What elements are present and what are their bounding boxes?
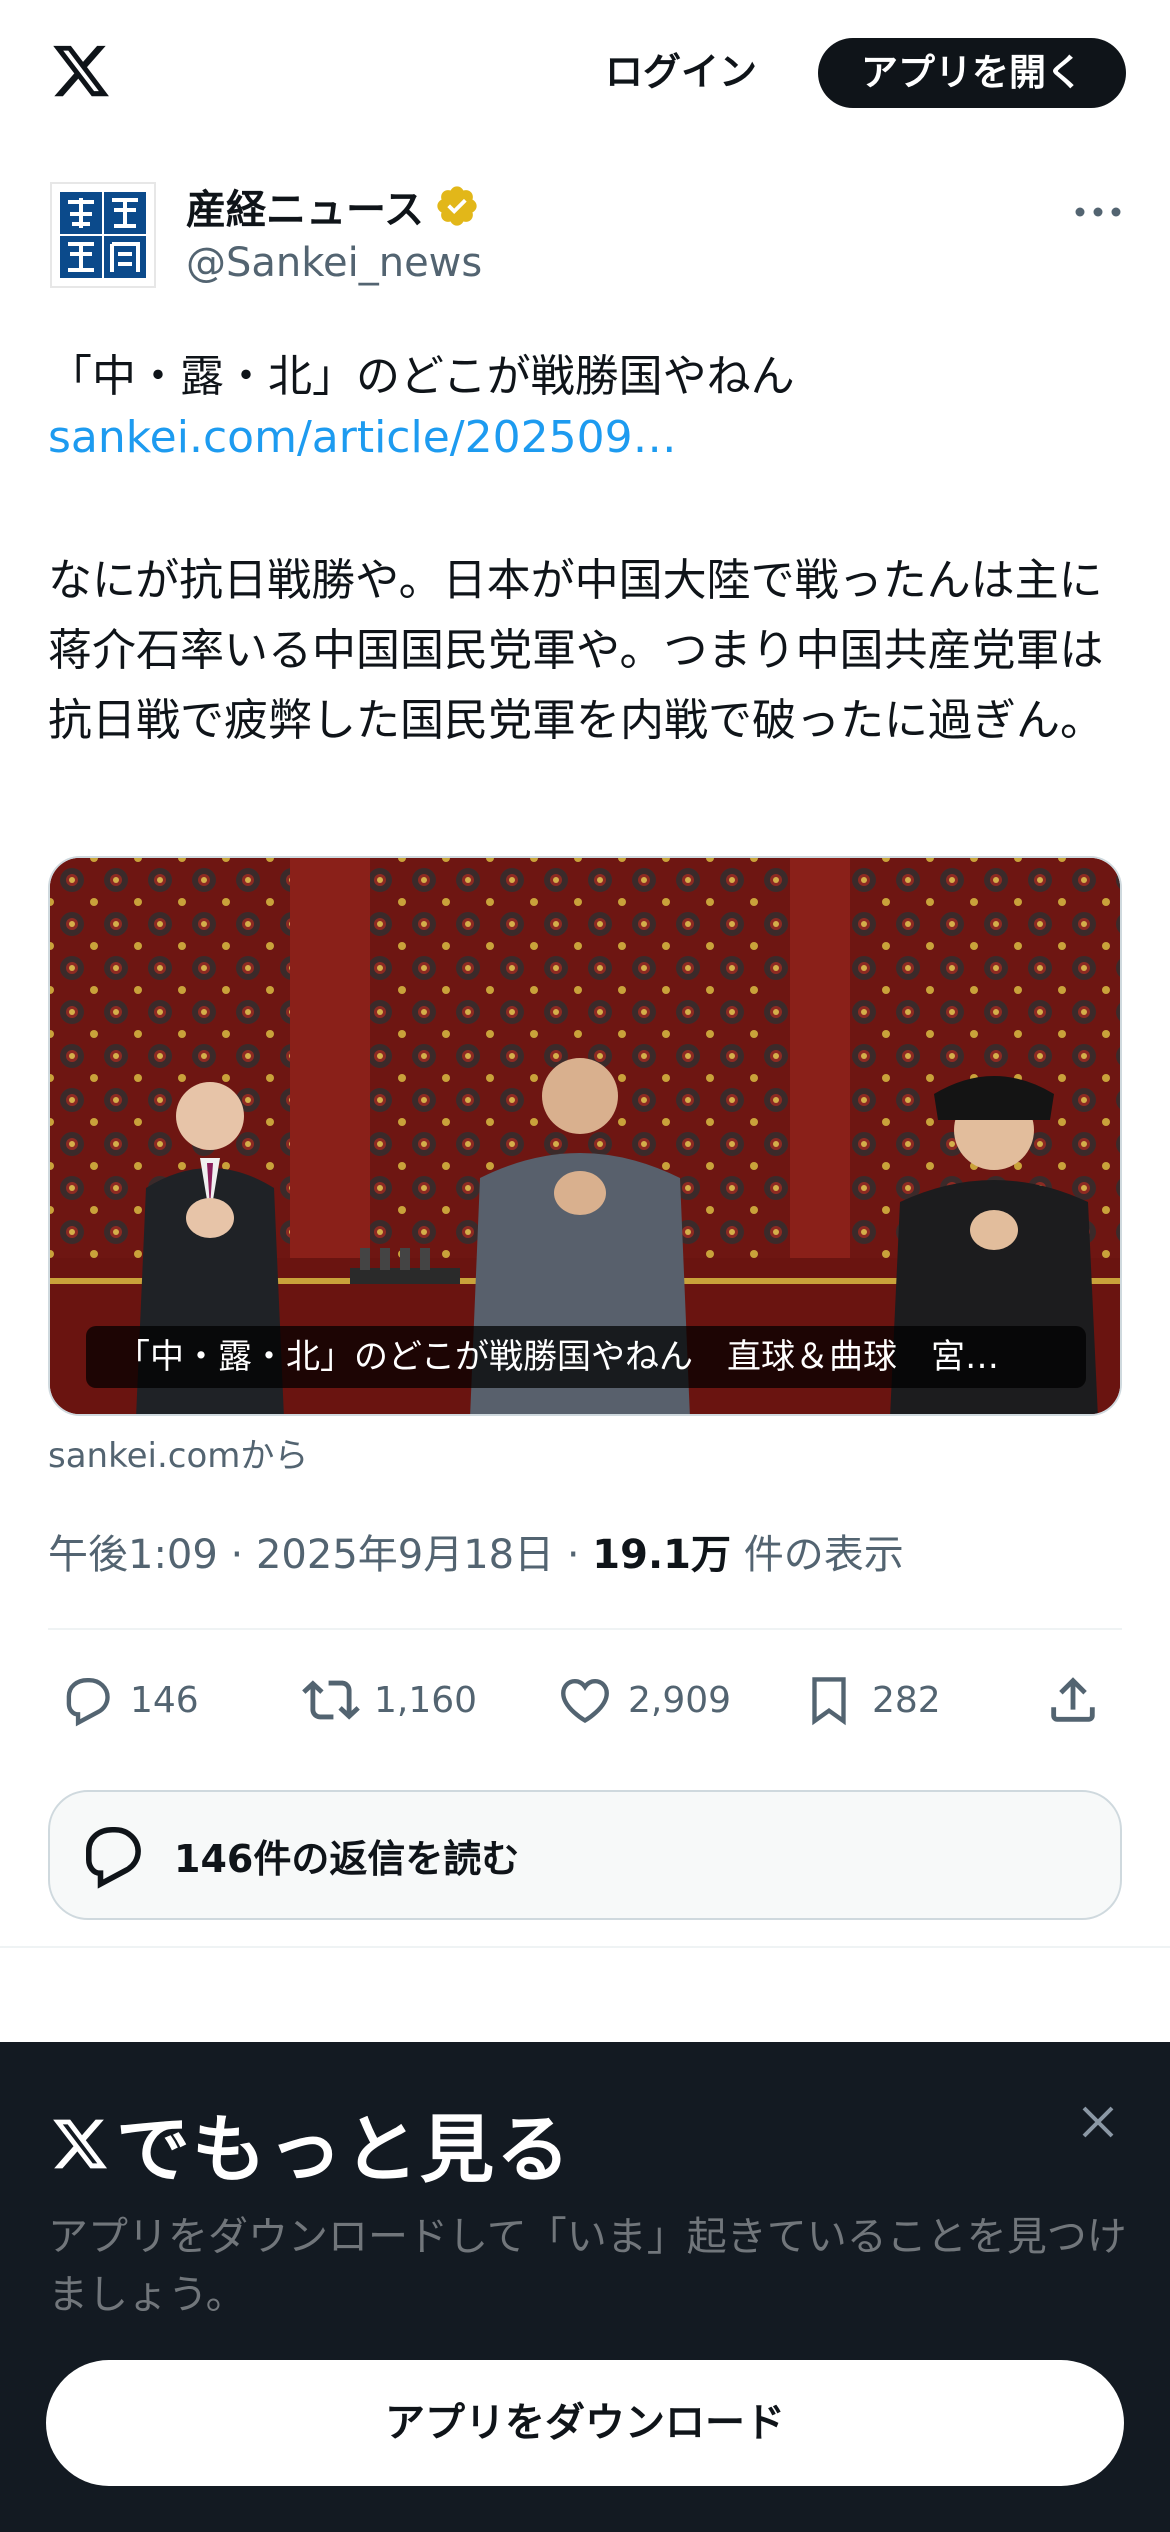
views-label: 件の表示: [743, 1532, 904, 1578]
read-replies-button[interactable]: 146件の返信を読む: [48, 1790, 1122, 1920]
reply-count: 146: [130, 1679, 199, 1721]
sheet-title: でもっと見る: [48, 2090, 572, 2197]
article-link[interactable]: sankei.com/article/202509…: [48, 412, 677, 463]
download-app-button[interactable]: アプリをダウンロード: [46, 2360, 1124, 2486]
retweet-button[interactable]: 1,160: [302, 1664, 477, 1736]
reply-icon: [66, 1678, 110, 1727]
divider: [48, 1628, 1122, 1630]
verified-badge-icon: [437, 186, 477, 226]
top-bar: ログイン アプリを開く: [0, 0, 1170, 150]
tweet-time[interactable]: 午後1:09: [48, 1532, 218, 1578]
open-app-button[interactable]: アプリを開く: [818, 38, 1126, 108]
card-source: sankei.comから: [48, 1436, 309, 1476]
x-logo-icon[interactable]: [48, 40, 114, 102]
tweet-date[interactable]: 2025年9月18日: [256, 1532, 554, 1578]
tweet-body: なにが抗日戦勝や。日本が中国大陸で戦ったんは主に蒋介石率いる中国国民党軍や。つま…: [48, 555, 1104, 746]
reply-bubble-icon: [86, 1826, 141, 1889]
author-name[interactable]: 産経ニュース: [186, 177, 424, 235]
article-card-image[interactable]: 「中・露・北」のどこが戦勝国やねん 直球＆曲球 宮…: [48, 856, 1122, 1416]
media-caption: 「中・露・北」のどこが戦勝国やねん 直球＆曲球 宮…: [86, 1326, 1086, 1388]
divider: [0, 1946, 1170, 1948]
bookmark-button[interactable]: 282: [800, 1664, 941, 1736]
sheet-title-text: でもっと見る: [116, 2107, 572, 2193]
author-handle[interactable]: @Sankei_news: [186, 240, 482, 286]
avatar[interactable]: [50, 182, 156, 288]
action-bar: 146 1,160 2,909 282: [48, 1664, 1122, 1736]
more-options-icon[interactable]: [1072, 200, 1124, 224]
retweet-count: 1,160: [374, 1679, 478, 1721]
view-count: 19.1万: [592, 1532, 731, 1578]
retweet-icon: [302, 1680, 360, 1720]
heart-icon: [561, 1678, 609, 1724]
sheet-description: アプリをダウンロードして「いま」起きていることを見つけましょう。: [48, 2214, 1127, 2318]
x-logo-icon: [53, 2119, 108, 2168]
meta-separator: ·: [230, 1532, 244, 1578]
like-count: 2,909: [628, 1679, 732, 1721]
author-name-row[interactable]: 産経ニュース: [186, 177, 480, 235]
sankei-logo-icon: [58, 190, 148, 280]
bookmark-icon: [812, 1677, 846, 1726]
tweet-title: 「中・露・北」のどこが戦勝国やねん: [48, 351, 795, 402]
share-icon: [1051, 1677, 1095, 1722]
tweet-meta: 午後1:09 · 2025年9月18日 · 19.1万 件の表示: [48, 1522, 904, 1580]
reply-button[interactable]: 146: [58, 1664, 199, 1736]
share-button[interactable]: [1044, 1664, 1102, 1736]
close-icon[interactable]: [1074, 2098, 1122, 2146]
login-button[interactable]: ログイン: [585, 38, 777, 106]
bookmark-count: 282: [872, 1679, 941, 1721]
like-button[interactable]: 2,909: [556, 1664, 731, 1736]
meta-separator: ·: [566, 1532, 580, 1578]
app-download-sheet: でもっと見る アプリをダウンロードして「いま」起きていることを見つけましょう。 …: [0, 2042, 1170, 2532]
read-replies-label: 146件の返信を読む: [174, 1836, 520, 1881]
